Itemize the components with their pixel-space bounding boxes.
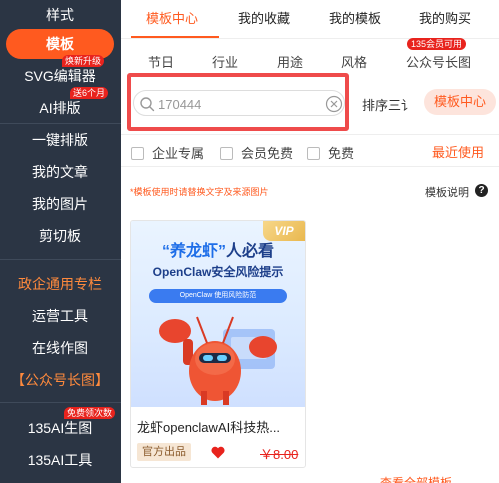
thumbnail-title-rest: 人必看 (226, 243, 275, 260)
sidebar-item-style[interactable]: 样式 (6, 0, 114, 30)
recent-used-link[interactable]: 最近使用 (432, 142, 484, 161)
search-input[interactable] (158, 94, 308, 114)
template-price: ￥8.00 (260, 447, 299, 462)
sidebar-divider (0, 402, 121, 403)
search-icon (140, 97, 155, 112)
sidebar-item-my-articles[interactable]: 我的文章 (6, 157, 114, 187)
category-style[interactable]: 风格 (341, 52, 367, 71)
checkbox[interactable] (307, 147, 320, 160)
sidebar-item-clipboard[interactable]: 剪切板 (6, 221, 114, 251)
official-tag: 官方出品 (137, 443, 191, 461)
template-title[interactable]: 龙虾openclawAI科技热... (137, 417, 301, 436)
filter-enterprise[interactable]: 企业专属 (131, 143, 204, 162)
heart-icon[interactable] (211, 446, 225, 459)
tab-my-templates[interactable]: 我的模板 (329, 8, 381, 27)
sidebar-item-ai-layout[interactable]: AI排版 (6, 93, 114, 123)
category-industry[interactable]: 行业 (212, 52, 238, 71)
sidebar-item-ai-tools[interactable]: 135AI工具 (6, 445, 114, 475)
sidebar-item-one-click-layout[interactable]: 一键排版 (6, 125, 114, 155)
search-box[interactable] (133, 90, 345, 116)
filter-label: 企业专属 (152, 146, 205, 161)
tab-template-center[interactable]: 模板中心 (146, 8, 198, 27)
thumbnail-title: “养龙虾”人必看 (131, 237, 305, 261)
category-long-image[interactable]: 公众号长图 (406, 52, 471, 71)
thumbnail-title-highlight: “养龙虾” (161, 243, 226, 260)
filter-label: 免费 (328, 146, 355, 161)
template-center-button[interactable]: 模板中心 (424, 89, 496, 115)
help-icon[interactable]: ? (475, 184, 488, 197)
template-description-link[interactable]: 模板说明 (425, 184, 469, 200)
divider (121, 166, 499, 167)
filter-member-free[interactable]: 会员免费 (220, 143, 293, 162)
checkbox[interactable] (131, 147, 144, 160)
thumbnail-pill: OpenClaw 使用风险防范 (149, 289, 287, 303)
category-usage[interactable]: 用途 (277, 52, 303, 71)
sort-dropdown[interactable]: 排序三讠 (362, 95, 412, 114)
sidebar-item-my-images[interactable]: 我的图片 (6, 189, 114, 219)
sidebar: 样式 模板 焕新升级 SVG编辑器 送6个月 AI排版 一键排版 我的文章 我的… (0, 0, 121, 483)
sidebar-item-online-drawing[interactable]: 在线作图 (6, 333, 114, 363)
filter-free[interactable]: 免费 (307, 143, 354, 162)
sidebar-divider (0, 259, 121, 260)
template-card[interactable]: VIP “养龙虾”人必看 OpenClaw安全风险提示 OpenClaw 使用风… (130, 220, 306, 468)
sidebar-item-ops-tools[interactable]: 运营工具 (6, 301, 114, 331)
template-thumbnail[interactable]: VIP “养龙虾”人必看 OpenClaw安全风险提示 OpenClaw 使用风… (131, 221, 305, 407)
sidebar-item-gov-column[interactable]: 政企通用专栏 (6, 269, 114, 299)
sidebar-item-long-image[interactable]: 【公众号长图】 (6, 365, 114, 395)
member-badge: 135会员可用 (407, 38, 467, 50)
tab-my-favorites[interactable]: 我的收藏 (238, 8, 290, 27)
divider (121, 134, 499, 135)
category-festival[interactable]: 节日 (148, 52, 174, 71)
usage-notice: *模板使用时请替换文字及来源图片 (130, 187, 269, 197)
thumbnail-subtitle: OpenClaw安全风险提示 (152, 265, 284, 279)
lobster-illustration (159, 316, 277, 405)
tab-my-purchases[interactable]: 我的购买 (419, 8, 471, 27)
view-all-link[interactable]: 查看全部模板 (380, 474, 452, 483)
sidebar-divider (0, 123, 121, 124)
clear-icon[interactable] (325, 95, 343, 113)
checkbox[interactable] (220, 147, 233, 160)
main-panel: 模板中心 我的收藏 我的模板 我的购买 节日 行业 用途 风格 135会员可用 … (121, 0, 499, 483)
sidebar-item-ai-image[interactable]: 135AI生图 (6, 413, 114, 443)
filter-label: 会员免费 (241, 146, 294, 161)
